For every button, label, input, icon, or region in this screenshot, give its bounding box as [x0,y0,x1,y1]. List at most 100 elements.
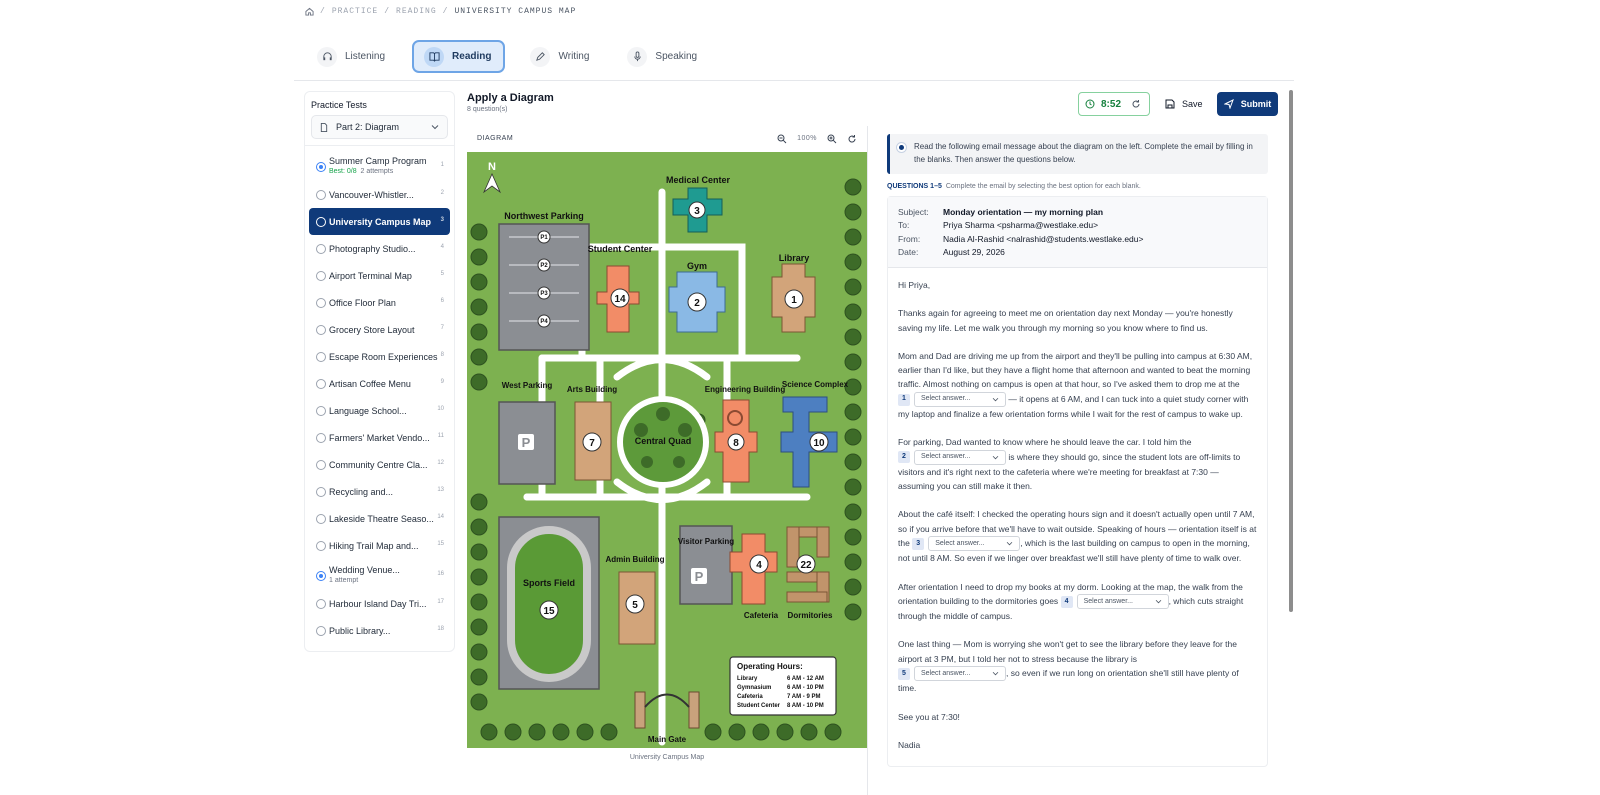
save-icon [1165,99,1175,109]
list-item-number: 13 [437,486,444,493]
svg-text:7 AM - 9 PM: 7 AM - 9 PM [787,694,820,700]
diagram-label: DIAGRAM [477,135,514,142]
status-icon [316,598,326,609]
sidebar-item[interactable]: Artisan Coffee Menu 9 [309,370,450,397]
answer-select-3[interactable]: 3 Select answer... [912,536,1021,552]
divider [305,145,454,146]
tab-label: Listening [345,51,386,62]
save-label: Save [1182,99,1203,109]
status-icon [316,189,326,200]
sidebar-item[interactable]: Lakeside Theatre Seaso... 14 [309,505,450,532]
breadcrumb-item[interactable]: PRACTICE [332,7,378,16]
zoom-out-icon[interactable] [777,134,787,144]
answer-select-1[interactable]: 1 Select answer... [898,392,1006,408]
sidebar-item[interactable]: Airport Terminal Map 5 [309,262,450,289]
sidebar-item[interactable]: Hiking Trail Map and... 15 [309,532,450,559]
breadcrumb-item[interactable]: READING [396,7,437,16]
list-item-number: 10 [437,405,444,412]
list-item-label: Grocery Store Layout [329,324,415,335]
questions-panel: Read the following email message about t… [887,134,1268,768]
list-item-number: 4 [440,243,444,250]
map-label-main-gate: Main Gate [648,735,687,744]
sidebar-item[interactable]: Office Floor Plan 6 [309,289,450,316]
parking-label: P3 [540,291,548,297]
zoom-level: 100% [797,135,817,142]
home-icon[interactable] [305,7,314,16]
skill-tabs: Listening Reading Writing Speaking [306,40,710,73]
chevron-down-icon [1155,600,1161,604]
list-item-number: 6 [440,297,444,304]
list-item-number: 2 [440,189,444,196]
map-label-sports: Sports Field [523,578,575,588]
list-item-label: Summer Camp Program [329,156,427,166]
reset-zoom-icon[interactable] [847,134,857,144]
divider [294,80,1294,81]
submit-button[interactable]: Submit [1217,92,1278,116]
svg-text:14: 14 [614,294,626,305]
sidebar-item[interactable]: Public Library... 18 [309,617,450,644]
reset-icon[interactable] [1131,99,1141,109]
sidebar-item-wedding-venue[interactable]: Wedding Venue... 1 attempt 16 [309,559,450,590]
attempted-icon [316,162,326,172]
pen-icon [530,46,551,67]
answer-select-5[interactable]: 5 Select answer... [898,666,1006,682]
map-label-nw-parking: Northwest Parking [504,211,584,221]
tab-speaking[interactable]: Speaking [616,40,710,73]
answer-select-2[interactable]: 2 Select answer... [898,449,1006,465]
list-item-number: 8 [440,351,444,358]
email-paragraph: About the café itself: I checked the ope… [898,509,1257,564]
pane-divider[interactable] [867,126,868,795]
part-select[interactable]: Part 2: Diagram [311,115,448,139]
tab-label: Writing [558,51,590,62]
map-label-quad: Central Quad [635,436,692,446]
scrollbar[interactable] [1289,90,1293,612]
sidebar-item[interactable]: Vancouver-Whistler... 2 [309,181,450,208]
list-item-label: Airport Terminal Map [329,270,412,281]
list-item-number: 12 [437,459,444,466]
svg-text:8: 8 [733,438,739,449]
svg-text:Operating Hours:: Operating Hours: [737,662,803,671]
sidebar-item-university-campus-map[interactable]: University Campus Map 3 [309,208,450,235]
diagram-caption: University Campus Map [629,754,705,761]
svg-text:N: N [488,161,496,173]
sidebar-item[interactable]: Recycling and... 13 [309,478,450,505]
svg-text:22: 22 [800,560,812,571]
timer-value: 8:52 [1101,98,1122,110]
list-item-number: 7 [440,324,444,331]
tab-writing[interactable]: Writing [519,40,602,73]
email-paragraph: Thanks again for agreeing to meet me on … [898,308,1233,333]
list-item-label: Photography Studio... [329,243,416,254]
svg-text:4: 4 [756,560,762,571]
sidebar-item[interactable]: Grocery Store Layout 7 [309,316,450,343]
list-item-number: 5 [440,270,444,277]
sidebar-item[interactable]: Harbour Island Day Tri... 17 [309,590,450,617]
list-item-label: Public Library... [329,625,391,636]
list-item-label: Lakeside Theatre Seaso... [329,513,434,524]
sidebar-item[interactable]: Photography Studio... 4 [309,235,450,262]
list-item-label: Office Floor Plan [329,297,396,308]
status-icon [316,351,326,362]
sidebar-item[interactable]: Escape Room Experiences 8 [309,343,450,370]
list-item-label: Escape Room Experiences [329,351,438,362]
sidebar-title: Practice Tests [311,100,367,110]
tab-reading[interactable]: Reading [412,40,506,73]
svg-text:10: 10 [813,438,825,449]
practice-tests-sidebar: Practice Tests Part 2: Diagram Summer Ca… [304,91,455,652]
sidebar-item-summer-camp[interactable]: Summer Camp Program Best: 0/8 2 attempts 1 [309,150,450,181]
sidebar-item[interactable]: Farmers' Market Vendo... 11 [309,424,450,451]
email-paragraph: Mom and Dad are driving me up from the a… [898,350,1253,420]
chevron-down-icon [431,125,439,130]
timer: 8:52 [1078,92,1150,116]
submit-label: Submit [1240,99,1272,109]
sidebar-item[interactable]: Community Centre Cla... 12 [309,451,450,478]
answer-select-4[interactable]: 4 Select answer... [1060,594,1169,610]
status-icon [316,243,326,254]
status-icon [316,216,326,227]
tab-listening[interactable]: Listening [306,40,398,73]
sidebar-item[interactable]: Language School... 10 [309,397,450,424]
zoom-in-icon[interactable] [827,134,837,144]
email-date: August 29, 2026 [943,247,1005,258]
email-header: Subject: Monday orientation — my morning … [888,197,1267,268]
microphone-icon [627,46,648,67]
save-button[interactable]: Save [1165,94,1203,114]
